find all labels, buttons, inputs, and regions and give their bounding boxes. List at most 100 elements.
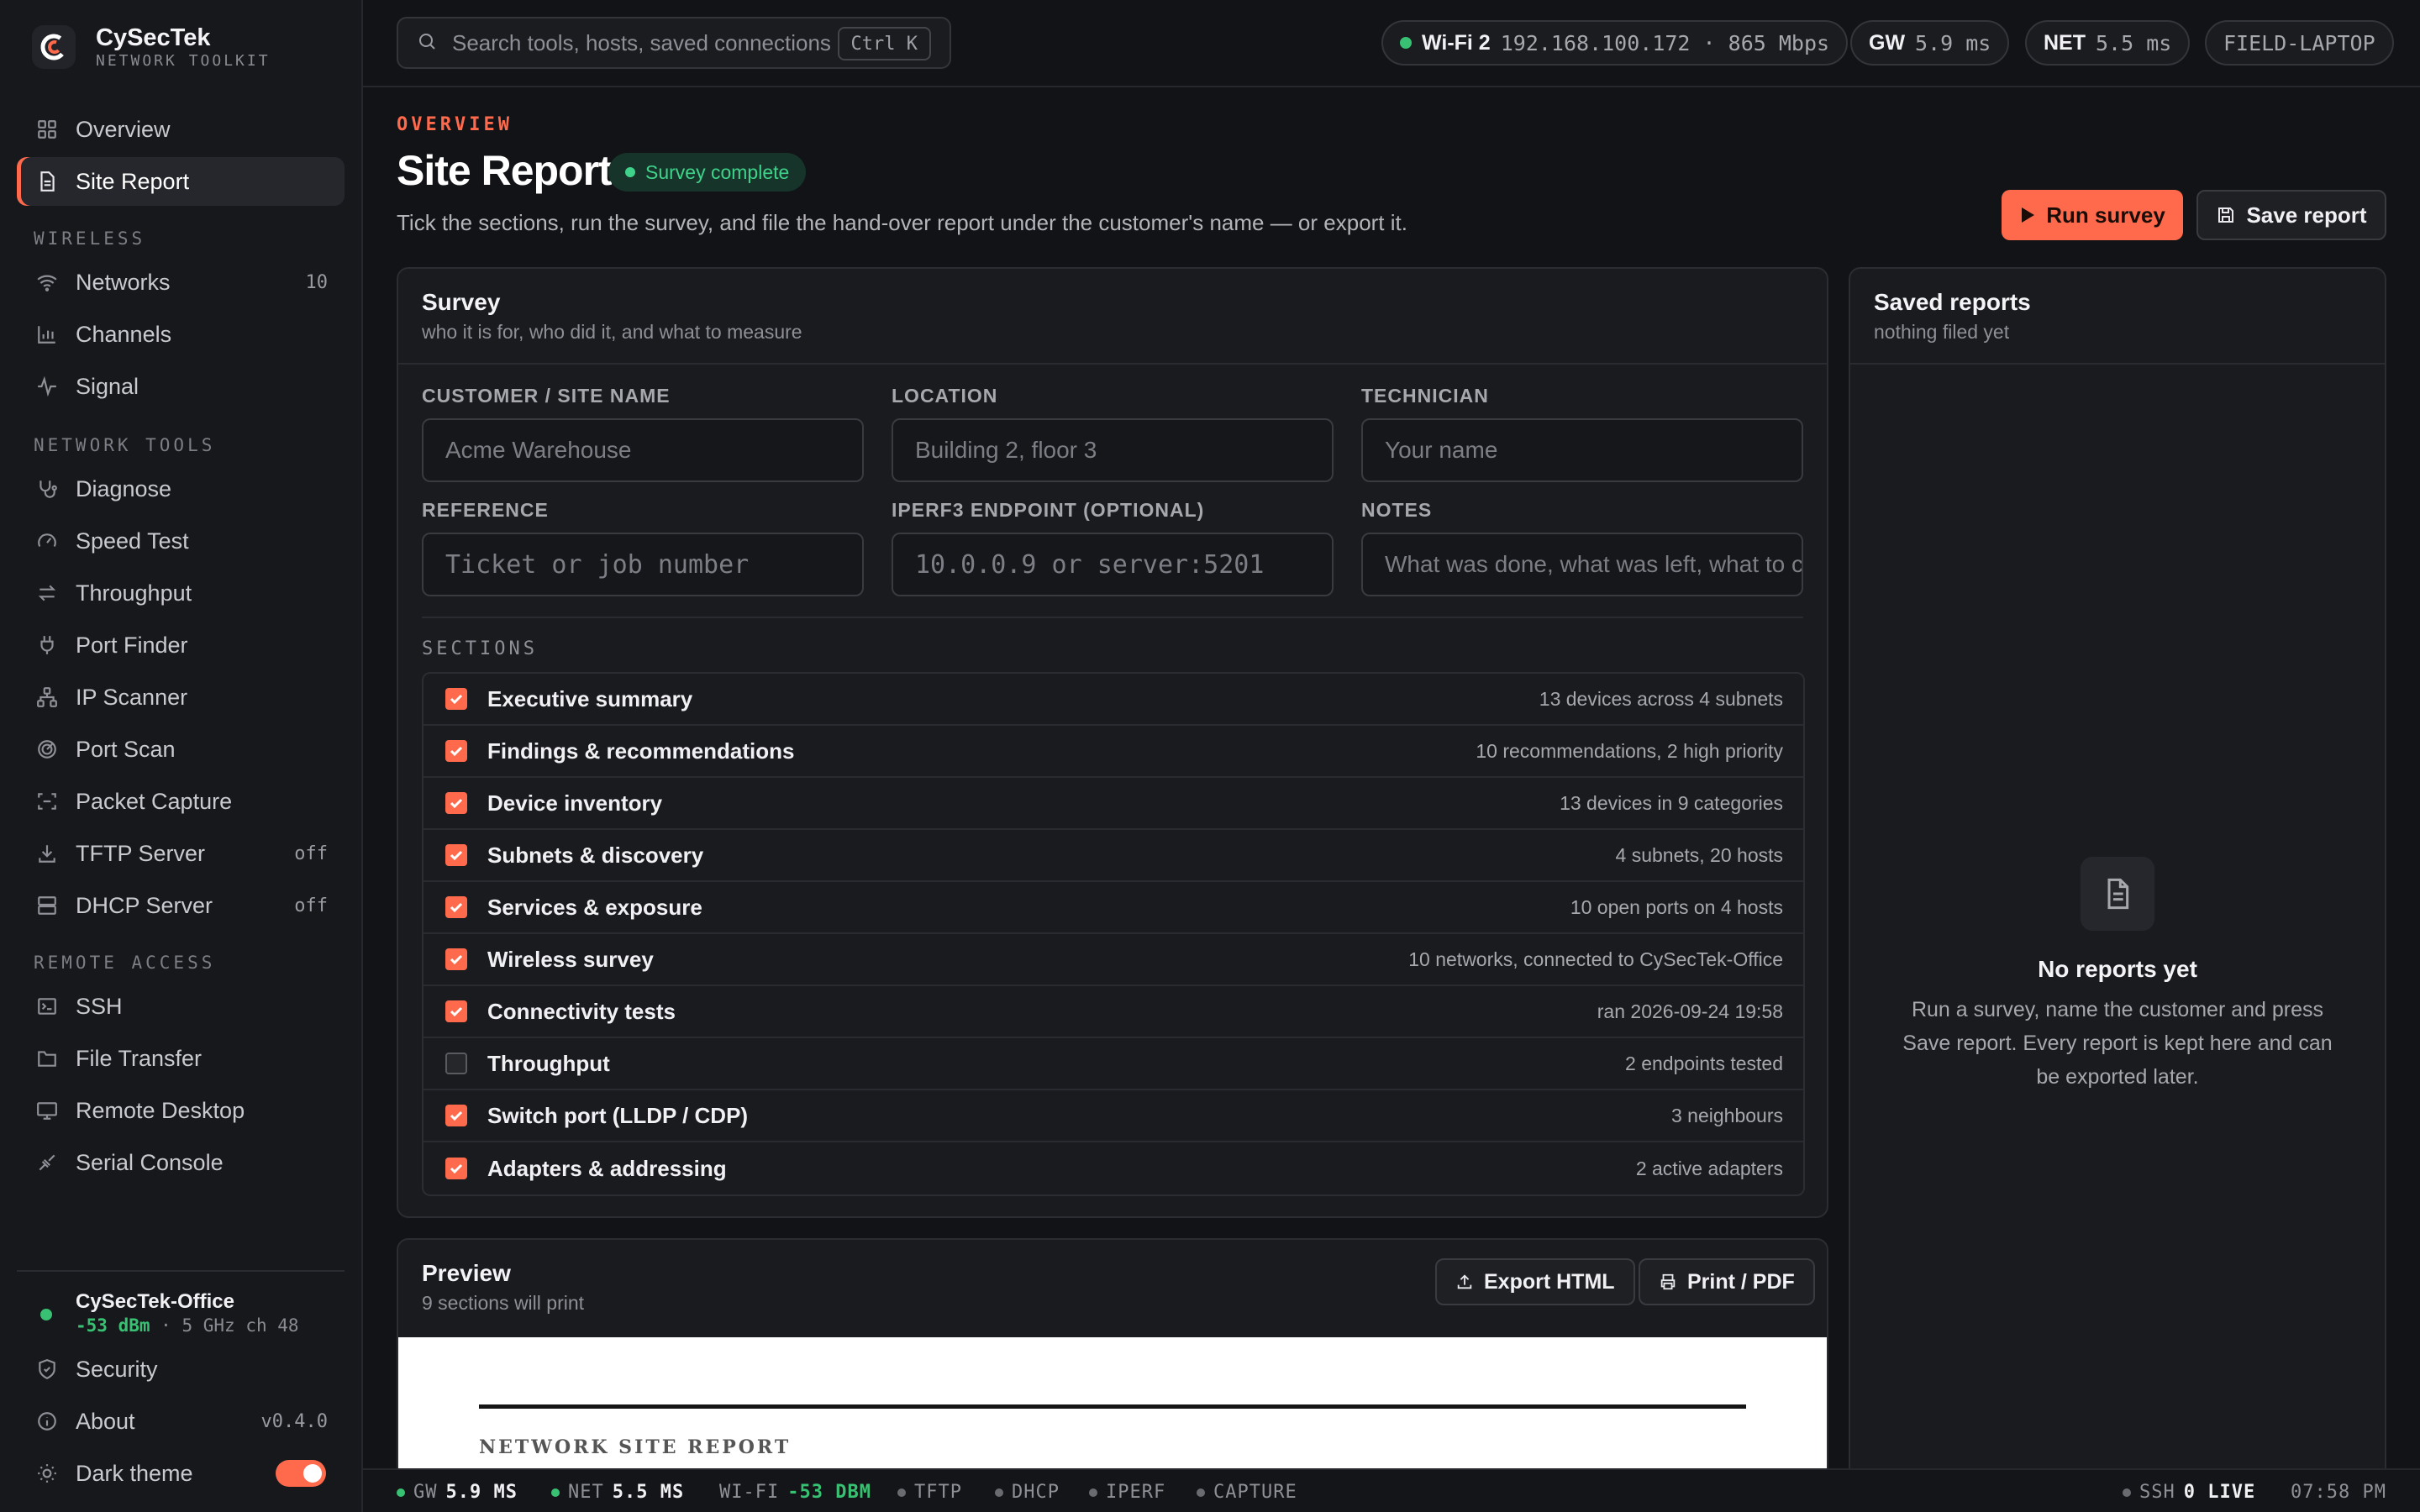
dark-theme-toggle[interactable] [276, 1460, 326, 1487]
nav-item-tftp-server[interactable]: TFTP Server off [17, 829, 345, 878]
connected-status-dot [40, 1309, 52, 1320]
play-icon [2019, 206, 2036, 224]
customer-field[interactable]: Acme Warehouse [422, 418, 864, 482]
nav-item-label: Remote Desktop [76, 1097, 245, 1123]
server-icon [35, 894, 59, 917]
nav-item-site-report[interactable]: Site Report [17, 157, 345, 206]
network-count-badge: 10 [305, 271, 329, 293]
hostname-chip[interactable]: FIELD-LAPTOP [2205, 20, 2394, 66]
nav-item-remote-desktop[interactable]: Remote Desktop [17, 1086, 345, 1135]
save-icon [2216, 205, 2236, 225]
status-wifi-label: WI-FI [719, 1482, 780, 1503]
nav-item-label: Throughput [76, 580, 192, 606]
nav-item-file-transfer[interactable]: File Transfer [17, 1034, 345, 1083]
status-internet: NET 5.5 MS [551, 1482, 684, 1503]
nav-item-packet-capture[interactable]: Packet Capture [17, 777, 345, 826]
status-clock: 07:58 PM [2291, 1482, 2386, 1503]
gateway-latency-chip[interactable]: GW 5.9 ms [1850, 20, 2010, 66]
section-checkbox[interactable] [445, 792, 467, 814]
document-icon [35, 170, 59, 193]
internet-latency-chip[interactable]: NET 5.5 ms [2025, 20, 2191, 66]
shield-icon [35, 1357, 59, 1381]
plug-icon [35, 633, 59, 657]
nav-item-label: Packet Capture [76, 788, 233, 814]
sun-icon [35, 1462, 59, 1485]
iperf-endpoint-field[interactable]: 10.0.0.9 or server:5201 [892, 533, 1334, 596]
pulse-icon [35, 375, 59, 398]
section-row[interactable]: Switch port (LLDP / CDP) 3 neighbours [424, 1090, 1803, 1142]
nav-item-diagnose[interactable]: Diagnose [17, 465, 345, 513]
section-row[interactable]: Adapters & addressing 2 active adapters [424, 1142, 1803, 1194]
section-row[interactable]: Executive summary 13 devices across 4 su… [424, 674, 1803, 726]
section-checkbox[interactable] [445, 844, 467, 866]
nav-section-network-tools: NETWORK TOOLS [34, 435, 216, 455]
section-checkbox[interactable] [445, 688, 467, 710]
wifi-adapter-label: Wi-Fi 2 [1422, 30, 1491, 55]
section-checkbox[interactable] [445, 896, 467, 918]
section-name: Findings & recommendations [487, 738, 795, 764]
location-field[interactable]: Building 2, floor 3 [892, 418, 1334, 482]
section-meta: 2 endpoints tested [1625, 1052, 1783, 1074]
section-row[interactable]: Throughput 2 endpoints tested [424, 1038, 1803, 1090]
section-row[interactable]: Services & exposure 10 open ports on 4 h… [424, 882, 1803, 934]
nav-item-networks[interactable]: Networks 10 [17, 258, 345, 307]
nav-item-overview[interactable]: Overview [17, 105, 345, 154]
nav-item-throughput[interactable]: Throughput [17, 569, 345, 617]
nav-item-dhcp-server[interactable]: DHCP Server off [17, 881, 345, 930]
section-meta: 13 devices across 4 subnets [1539, 687, 1783, 710]
nav-item-label: File Transfer [76, 1045, 203, 1071]
status-service-tftp: TFTP [897, 1482, 962, 1503]
section-checkbox[interactable] [445, 1105, 467, 1126]
section-checkbox[interactable] [445, 1000, 467, 1022]
section-checkbox[interactable] [445, 740, 467, 762]
empty-state-text: Run a survey, name the customer and pres… [1902, 998, 2333, 1089]
download-icon [35, 842, 59, 865]
section-checkbox[interactable] [445, 1053, 467, 1074]
status-service-iperf: IPERF [1089, 1482, 1165, 1503]
nav-item-ip-scanner[interactable]: IP Scanner [17, 673, 345, 722]
section-row[interactable]: Findings & recommendations 10 recommenda… [424, 726, 1803, 778]
nav-item-signal[interactable]: Signal [17, 362, 345, 411]
gateway-latency: 5.9 ms [1915, 30, 1991, 55]
sections-list: Executive summary 13 devices across 4 su… [422, 672, 1805, 1196]
section-row[interactable]: Device inventory 13 devices in 9 categor… [424, 778, 1803, 830]
nav-item-security[interactable]: Security [17, 1345, 345, 1394]
section-row[interactable]: Wireless survey 10 networks, connected t… [424, 934, 1803, 986]
section-row[interactable]: Subnets & discovery 4 subnets, 20 hosts [424, 830, 1803, 882]
network-icon [35, 685, 59, 709]
wifi-status-chip[interactable]: Wi-Fi 2 192.168.100.172 · 865 Mbps [1381, 20, 1849, 66]
section-meta: 13 devices in 9 categories [1560, 791, 1783, 814]
nav-item-port-finder[interactable]: Port Finder [17, 621, 345, 669]
nav-item-port-scan[interactable]: Port Scan [17, 725, 345, 774]
reference-field[interactable]: Ticket or job number [422, 533, 864, 596]
saved-reports-card: Saved reports nothing filed yet No repor… [1849, 267, 2386, 1482]
preview-title: Preview [422, 1260, 511, 1286]
nav-item-channels[interactable]: Channels [17, 310, 345, 359]
nav-item-label: Port Scan [76, 736, 176, 762]
section-meta: 10 networks, connected to CySecTek-Offic… [1408, 948, 1783, 970]
export-html-button[interactable]: Export HTML [1435, 1258, 1635, 1305]
document-rule [479, 1404, 1746, 1409]
notes-field[interactable]: What was done, what was left, what to ch… [1361, 533, 1803, 596]
section-checkbox[interactable] [445, 1158, 467, 1179]
nav-item-dark-theme[interactable]: Dark theme [17, 1449, 345, 1498]
print-pdf-button[interactable]: Print / PDF [1639, 1258, 1815, 1305]
nav-item-serial-console[interactable]: Serial Console [17, 1138, 345, 1187]
nav-item-speed-test[interactable]: Speed Test [17, 517, 345, 565]
nav-item-about[interactable]: About v0.4.0 [17, 1397, 345, 1446]
run-survey-button[interactable]: Run survey [2002, 190, 2183, 240]
technician-label: TECHNICIAN [1361, 385, 1489, 407]
survey-title: Survey [422, 289, 501, 315]
nav-item-ssh[interactable]: SSH [17, 982, 345, 1031]
search-input[interactable]: Search tools, hosts, saved connections C… [397, 17, 951, 69]
capture-icon [35, 790, 59, 813]
section-row[interactable]: Connectivity tests ran 2026-09-24 19:58 [424, 986, 1803, 1038]
technician-field[interactable]: Your name [1361, 418, 1803, 482]
section-checkbox[interactable] [445, 948, 467, 970]
preview-card: Preview 9 sections will print Export HTM… [397, 1238, 1828, 1482]
section-name: Wireless survey [487, 946, 654, 972]
internet-label: NET [2044, 30, 2086, 55]
save-report-button[interactable]: Save report [2196, 190, 2386, 240]
nav-item-label: SSH [76, 993, 123, 1019]
section-meta: ran 2026-09-24 19:58 [1597, 1000, 1783, 1022]
